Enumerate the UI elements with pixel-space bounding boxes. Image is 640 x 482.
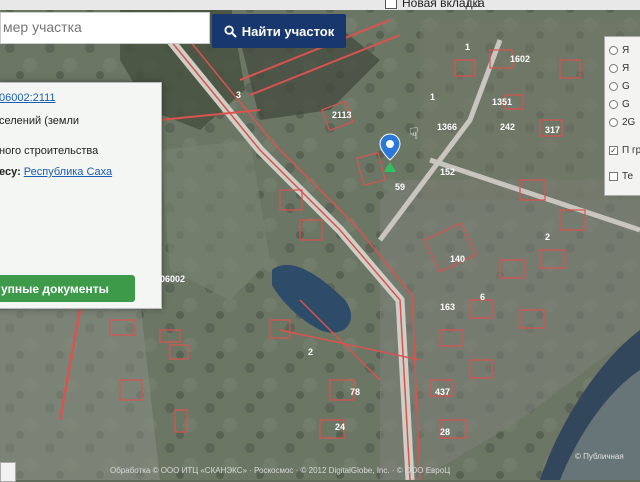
parcel-info-panel: 06002:2111 селений (земли ного строитель… bbox=[0, 82, 162, 309]
layer-option-4[interactable]: G bbox=[609, 99, 630, 110]
layer-checkbox-2[interactable]: Те bbox=[609, 171, 633, 182]
svg-text:2: 2 bbox=[545, 232, 550, 242]
svg-text:1: 1 bbox=[465, 42, 470, 52]
svg-text:24: 24 bbox=[335, 422, 345, 432]
svg-text:140: 140 bbox=[450, 254, 465, 264]
svg-text:152: 152 bbox=[440, 167, 455, 177]
svg-text:1602: 1602 bbox=[510, 54, 530, 64]
svg-text:59: 59 bbox=[395, 182, 405, 192]
find-parcel-label: Найти участок bbox=[241, 23, 335, 39]
zoom-control[interactable] bbox=[0, 462, 16, 482]
permitted-use-text: ного строительства bbox=[0, 145, 99, 157]
radio-icon bbox=[609, 118, 618, 127]
address-label: есу: bbox=[0, 166, 21, 178]
tab-close-icon[interactable] bbox=[468, 0, 479, 7]
svg-text:242: 242 bbox=[500, 122, 515, 132]
checked-icon: ✓ bbox=[609, 146, 618, 155]
svg-text:2: 2 bbox=[308, 347, 313, 357]
map-attribution: Обработка © ООО ИТЦ «СКАНЭКС» · Роскосмо… bbox=[110, 466, 451, 475]
radio-icon bbox=[609, 64, 618, 73]
search-field[interactable] bbox=[0, 12, 210, 44]
svg-text:1351: 1351 bbox=[492, 97, 512, 107]
cadastral-number-link[interactable]: 06002:2111 bbox=[0, 92, 55, 104]
layer-option-1[interactable]: Я bbox=[609, 45, 629, 56]
svg-text:437: 437 bbox=[435, 387, 450, 397]
address-link[interactable]: Республика Саха bbox=[24, 166, 112, 178]
layer-option-2[interactable]: Я bbox=[609, 63, 629, 74]
search-icon bbox=[224, 24, 237, 38]
find-parcel-button[interactable]: Найти участок bbox=[212, 14, 346, 48]
radio-icon bbox=[609, 100, 618, 109]
svg-text:317: 317 bbox=[545, 125, 560, 135]
radio-icon bbox=[609, 82, 618, 91]
parcel-number-label: 06002 bbox=[160, 274, 186, 284]
public-map-attribution[interactable]: © Публичная bbox=[575, 452, 624, 461]
address-row: есу: Республика Саха bbox=[0, 166, 112, 178]
svg-text:2113: 2113 bbox=[332, 110, 352, 120]
svg-text:6: 6 bbox=[480, 292, 485, 302]
layer-checkbox-1[interactable]: ✓ П гр bbox=[609, 145, 640, 156]
layers-panel: Я Я G G 2G ✓ П гр Те bbox=[604, 36, 640, 196]
checkbox-icon bbox=[609, 172, 618, 181]
svg-text:1366: 1366 bbox=[437, 122, 457, 132]
layer-option-3[interactable]: G bbox=[609, 81, 630, 92]
radio-icon bbox=[609, 46, 618, 55]
tab-checkbox[interactable] bbox=[385, 0, 397, 9]
available-documents-button[interactable]: упные документы bbox=[0, 275, 135, 302]
layer-option-5[interactable]: 2G bbox=[609, 117, 635, 128]
svg-text:1: 1 bbox=[430, 92, 435, 102]
svg-text:3: 3 bbox=[236, 90, 241, 100]
svg-text:163: 163 bbox=[440, 302, 455, 312]
search-input[interactable] bbox=[1, 13, 203, 41]
browser-tab-bar: Новая вкладка bbox=[0, 0, 640, 10]
hand-cursor-icon: ☟ bbox=[409, 126, 419, 143]
svg-text:28: 28 bbox=[440, 427, 450, 437]
land-category-text: селений (земли bbox=[0, 115, 80, 127]
location-marker-icon[interactable] bbox=[378, 132, 402, 177]
svg-text:78: 78 bbox=[350, 387, 360, 397]
